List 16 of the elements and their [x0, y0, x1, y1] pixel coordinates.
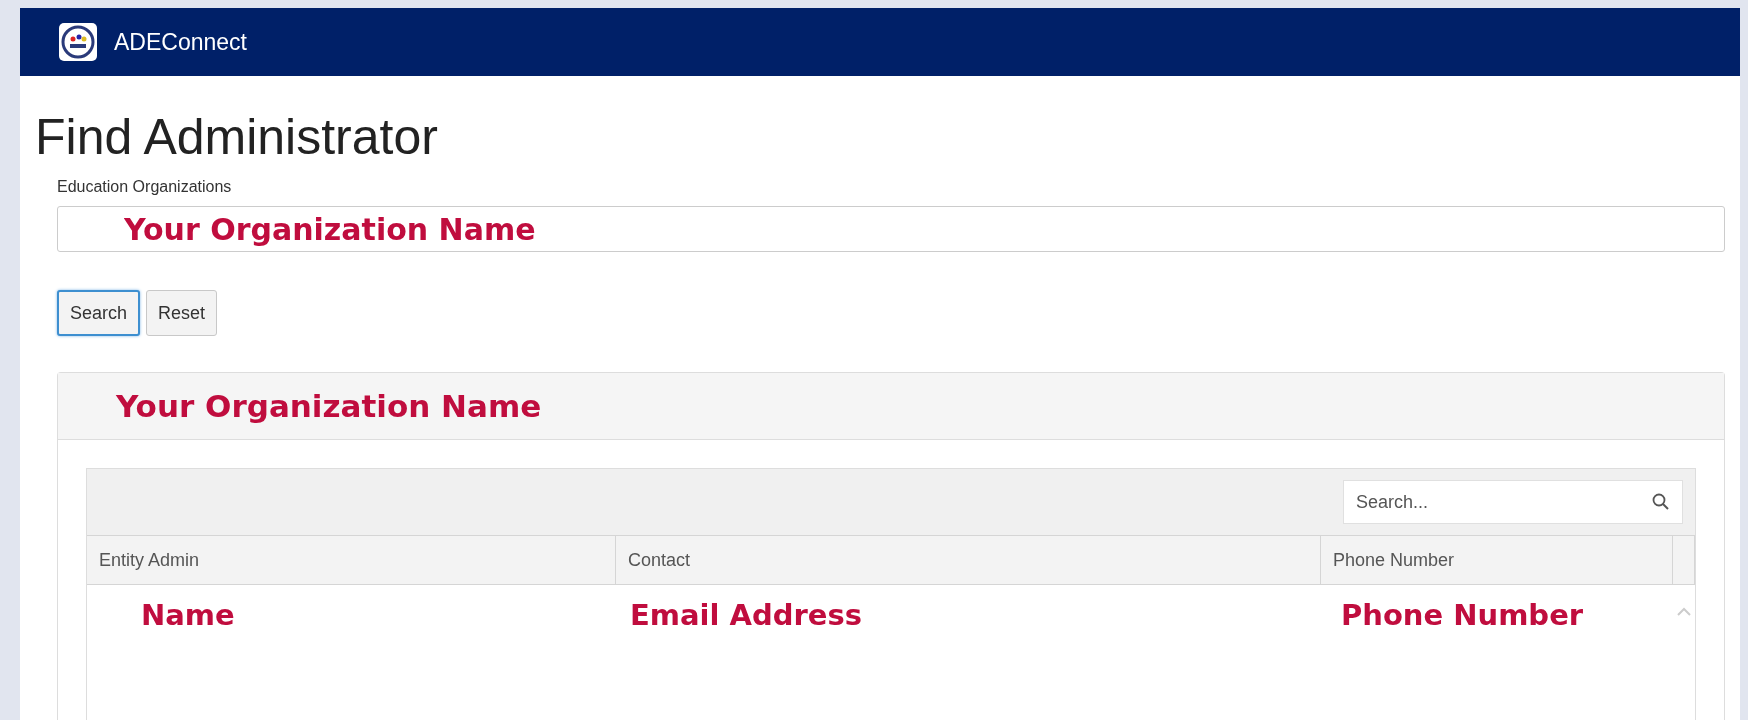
- panel-title: Your Organization Name: [116, 388, 542, 424]
- table-cell: Email Address: [630, 598, 863, 632]
- search-icon[interactable]: [1651, 492, 1671, 512]
- table-cell: Name: [141, 598, 235, 632]
- field-label: Education Organizations: [57, 178, 232, 196]
- reset-button[interactable]: Reset: [146, 290, 218, 336]
- search-button[interactable]: Search: [57, 290, 141, 336]
- column-header[interactable]: Contact: [616, 536, 1321, 585]
- brand-name[interactable]: ADEConnect: [114, 28, 247, 56]
- table-cell: Phone Number: [1341, 598, 1584, 632]
- grid-search-field[interactable]: Search...: [1343, 480, 1683, 524]
- page-title: Find Administrator: [35, 108, 439, 166]
- column-header[interactable]: Phone Number: [1321, 536, 1673, 585]
- column-header[interactable]: Entity Admin: [87, 536, 616, 585]
- seal-logo-icon: [58, 22, 98, 62]
- organization-field[interactable]: Your Organization Name: [57, 206, 1725, 252]
